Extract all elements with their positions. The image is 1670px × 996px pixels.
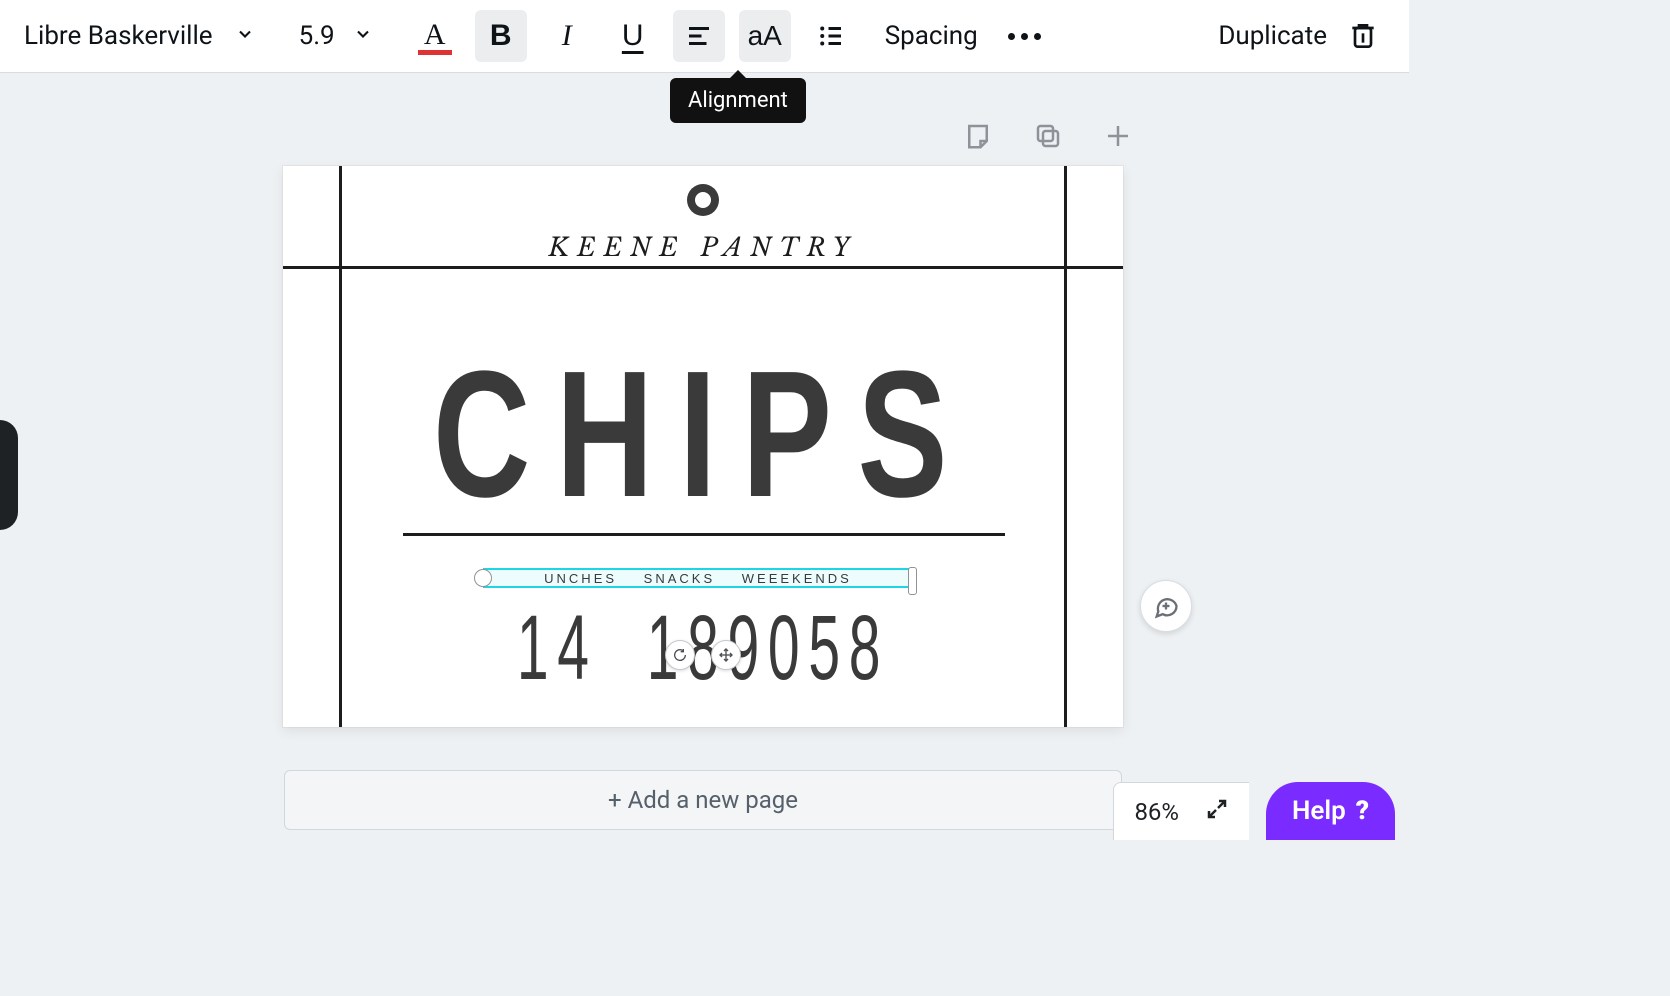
font-size-picker[interactable]: 5.9 (299, 21, 373, 51)
help-icon: ? (1356, 796, 1369, 826)
fullscreen-button[interactable] (1205, 797, 1229, 827)
text-toolbar: Libre Baskerville 5.9 A B I U (0, 0, 1409, 73)
italic-icon: I (562, 19, 572, 53)
page-duplicate-button[interactable] (1030, 118, 1066, 154)
font-size-value: 5.9 (299, 21, 335, 51)
help-button[interactable]: Help ? (1266, 782, 1395, 840)
uppercase-button[interactable]: aA (739, 10, 791, 62)
add-comment-button[interactable] (1140, 580, 1192, 632)
underline-icon: U (622, 19, 644, 53)
dot-icon (1021, 33, 1028, 40)
bold-button[interactable]: B (475, 10, 527, 62)
label-brand-text[interactable]: KEENE PANTRY (283, 232, 1123, 263)
italic-button[interactable]: I (541, 10, 593, 62)
text-color-icon: A (418, 18, 452, 55)
spacing-button[interactable]: Spacing (885, 21, 978, 51)
tooltip-alignment: Alignment (670, 78, 806, 123)
add-page-label: + Add a new page (608, 786, 798, 814)
selection-rotate-handle[interactable] (665, 640, 695, 670)
alignment-button[interactable] (673, 10, 725, 62)
copy-icon (1033, 121, 1063, 151)
font-family-label: Libre Baskerville (24, 21, 213, 51)
zoom-value[interactable]: 86% (1134, 798, 1179, 826)
bold-icon: B (490, 19, 512, 53)
comment-plus-icon (1152, 592, 1180, 620)
fullscreen-icon (1205, 797, 1229, 821)
list-icon (816, 21, 846, 51)
dot-icon (1008, 33, 1015, 40)
list-button[interactable] (805, 10, 857, 62)
hole-punch-icon (687, 184, 719, 216)
plus-icon (1103, 121, 1133, 151)
add-page-button[interactable]: + Add a new page (284, 770, 1122, 830)
label-tags-text: UNCHES SNACKS WEEEKENDS (485, 570, 911, 586)
align-left-icon (684, 21, 714, 51)
duplicate-button[interactable]: Duplicate (1218, 21, 1327, 51)
font-family-picker[interactable]: Libre Baskerville (24, 21, 255, 51)
frame-line (283, 266, 1123, 269)
rotate-icon (672, 647, 688, 663)
label-title-text[interactable]: CHIPS (388, 331, 1018, 538)
zoom-controls: 86% (1113, 782, 1249, 840)
more-button[interactable] (1008, 33, 1041, 40)
text-color-button[interactable]: A (409, 10, 461, 62)
design-page[interactable]: KEENE PANTRY CHIPS UNCHES SNACKS WEEEKEN… (283, 166, 1123, 727)
selection-move-handle[interactable] (711, 640, 741, 670)
dot-icon (1034, 33, 1041, 40)
chevron-down-icon (235, 21, 255, 51)
move-icon (718, 647, 734, 663)
chevron-down-icon (353, 21, 373, 51)
page-add-button[interactable] (1100, 118, 1136, 154)
label-number-text[interactable]: 14 189058 (443, 596, 964, 701)
divider-line (403, 533, 1005, 536)
underline-button[interactable]: U (607, 10, 659, 62)
page-notes-button[interactable] (960, 118, 996, 154)
note-icon (963, 121, 993, 151)
trash-icon (1347, 20, 1379, 52)
selected-text-element[interactable]: UNCHES SNACKS WEEEKENDS (483, 568, 913, 588)
delete-button[interactable] (1341, 14, 1385, 58)
help-label: Help (1292, 796, 1346, 826)
case-icon: aA (748, 20, 782, 52)
sidebar-collapse-handle[interactable] (0, 420, 18, 530)
page-actions (960, 118, 1136, 154)
